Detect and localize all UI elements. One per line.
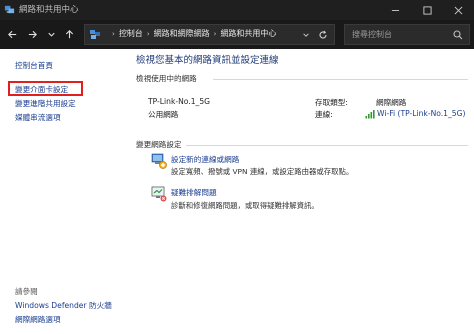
- main-content: 檢視您基本的網路資訊並設定連線 檢視使用中的網路 TP-Link-No.1_5G…: [128, 49, 474, 334]
- page-title: 檢視您基本的網路資訊並設定連線: [136, 55, 279, 66]
- refresh-icon[interactable]: [318, 30, 328, 40]
- minimize-button[interactable]: [379, 0, 411, 20]
- search-box[interactable]: 搜尋控制台: [344, 24, 470, 45]
- troubleshoot-icon: [151, 186, 167, 202]
- recent-locations-button[interactable]: [43, 26, 59, 42]
- search-placeholder: 搜尋控制台: [352, 30, 392, 39]
- connections-label: 連線:: [315, 110, 333, 119]
- maximize-button[interactable]: [411, 0, 443, 20]
- breadcrumb-item-network-internet[interactable]: 網路和網際網路: [154, 28, 210, 39]
- address-bar[interactable]: › 控制台 › 網路和網際網路 › 網路和共用中心: [84, 24, 335, 45]
- breadcrumb-item-control-panel[interactable]: 控制台: [119, 28, 143, 39]
- sidebar-item-advanced-sharing[interactable]: 變更進階共用設定: [15, 98, 76, 109]
- network-sharing-center-window: 網路和共用中心 › 控制台 › 網路和網際網路 › 網路和共用中心 搜尋控制台 …: [0, 0, 474, 334]
- setup-new-connection-link[interactable]: 設定新的連線或網路: [171, 154, 239, 165]
- access-type-label: 存取類型:: [315, 98, 348, 107]
- network-name: TP-Link-No.1_5G: [148, 97, 211, 106]
- arrow-left-icon: [7, 30, 16, 38]
- setup-new-connection-description: 設定寬頻、撥號或 VPN 連線，或設定路由器或存取點。: [171, 167, 354, 176]
- chevron-down-icon: [47, 32, 55, 37]
- search-icon[interactable]: [453, 30, 463, 40]
- window-title: 網路和共用中心: [19, 5, 79, 15]
- troubleshoot-link[interactable]: 疑難排解問題: [171, 187, 217, 198]
- title-bar: 網路和共用中心: [0, 0, 474, 20]
- breadcrumb: › 控制台 › 網路和網際網路 › 網路和共用中心: [108, 28, 276, 39]
- network-type[interactable]: 公用網路: [148, 109, 178, 120]
- active-networks-label: 檢視使用中的網路: [136, 74, 197, 83]
- wifi-signal-icon: [365, 110, 375, 119]
- up-button[interactable]: [61, 26, 77, 42]
- see-also-firewall[interactable]: Windows Defender 防火牆: [15, 300, 112, 311]
- sidebar-item-media-streaming[interactable]: 媒體串流選項: [15, 112, 61, 123]
- breadcrumb-item-network-sharing-center[interactable]: 網路和共用中心: [220, 28, 276, 39]
- address-dropdown-icon[interactable]: [302, 31, 310, 39]
- close-icon: [454, 6, 462, 14]
- chevron-right-icon[interactable]: ›: [214, 30, 217, 38]
- change-settings-label: 變更網路設定: [136, 140, 182, 149]
- sidebar-item-control-panel-home[interactable]: 控制台首頁: [15, 60, 53, 71]
- divider: [213, 79, 468, 80]
- divider: [186, 145, 468, 146]
- forward-button[interactable]: [24, 26, 40, 42]
- back-button[interactable]: [4, 26, 20, 42]
- chevron-right-icon: ›: [112, 29, 115, 38]
- troubleshoot-description: 診斷和修復網路問題，或取得疑難排解資訊。: [171, 201, 319, 210]
- arrow-right-icon: [28, 30, 37, 38]
- wifi-connection-link[interactable]: Wi-Fi (TP-Link-No.1_5G): [377, 109, 466, 118]
- new-connection-icon: [151, 153, 167, 169]
- sidebar: 控制台首頁 變更介面卡設定 變更進階共用設定 媒體串流選項 請參閱 Window…: [0, 49, 126, 334]
- arrow-up-icon: [65, 29, 73, 38]
- control-panel-icon: [90, 30, 100, 39]
- maximize-icon: [422, 5, 432, 15]
- sidebar-item-change-adapter-settings[interactable]: 變更介面卡設定: [15, 84, 68, 95]
- see-also-label: 請參閱: [15, 287, 38, 296]
- access-type-value: 網際網路: [376, 98, 407, 107]
- minimize-icon: [391, 9, 399, 11]
- close-button[interactable]: [442, 0, 474, 20]
- see-also-internet-options[interactable]: 網際網路選項: [15, 314, 61, 325]
- chevron-right-icon[interactable]: ›: [147, 30, 150, 38]
- network-app-icon: [4, 5, 15, 14]
- navigation-bar: › 控制台 › 網路和網際網路 › 網路和共用中心 搜尋控制台: [0, 20, 474, 49]
